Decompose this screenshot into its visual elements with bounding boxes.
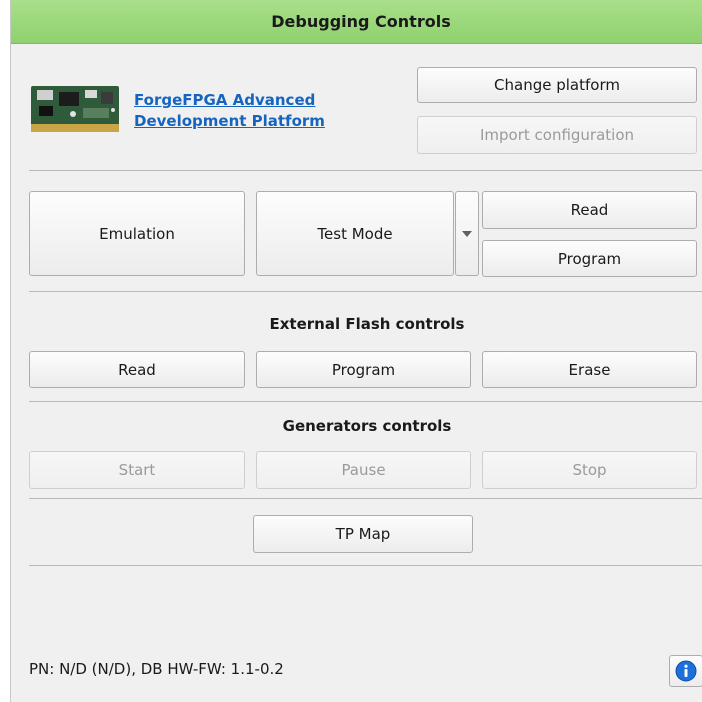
flash-section-title: External Flash controls <box>269 315 465 333</box>
separator <box>29 170 702 171</box>
debugging-controls-panel: Debugging Controls ForgeFPGA Advanced De… <box>10 0 702 702</box>
program-button[interactable]: Program <box>482 240 697 277</box>
test-mode-button[interactable]: Test Mode <box>256 191 454 276</box>
separator <box>29 401 702 402</box>
tp-map-button[interactable]: TP Map <box>253 515 473 553</box>
flash-read-label: Read <box>118 360 156 379</box>
flash-program-button[interactable]: Program <box>256 351 471 388</box>
info-icon <box>675 660 697 682</box>
generator-pause-label: Pause <box>341 461 386 479</box>
panel-header: Debugging Controls <box>11 0 702 44</box>
separator <box>29 291 702 292</box>
program-label: Program <box>557 249 622 268</box>
generator-stop-label: Stop <box>572 461 607 479</box>
emulation-label: Emulation <box>99 224 175 243</box>
info-button[interactable] <box>669 655 702 687</box>
separator <box>29 565 702 566</box>
generators-section-title: Generators controls <box>282 417 452 435</box>
change-platform-label: Change platform <box>494 76 620 94</box>
flash-read-button[interactable]: Read <box>29 351 245 388</box>
change-platform-button[interactable]: Change platform <box>417 67 697 103</box>
status-text: PN: N/D (N/D), DB HW-FW: 1.1-0.2 <box>29 660 284 678</box>
import-configuration-button[interactable]: Import configuration <box>417 116 697 154</box>
flash-erase-button[interactable]: Erase <box>482 351 697 388</box>
import-configuration-label: Import configuration <box>479 126 635 144</box>
test-mode-dropdown-button[interactable] <box>455 191 479 276</box>
platform-link-line1: ForgeFPGA Advanced <box>134 91 316 109</box>
flash-erase-label: Erase <box>568 360 611 379</box>
generator-pause-button[interactable]: Pause <box>256 451 471 489</box>
tp-map-label: TP Map <box>335 525 391 543</box>
chevron-down-icon <box>462 230 472 237</box>
read-button[interactable]: Read <box>482 191 697 229</box>
generator-stop-button[interactable]: Stop <box>482 451 697 489</box>
read-label: Read <box>570 201 609 219</box>
generator-start-label: Start <box>118 461 156 479</box>
generator-start-button[interactable]: Start <box>29 451 245 489</box>
platform-link-line2: Development Platform <box>134 112 325 130</box>
board-image <box>31 86 119 132</box>
test-mode-label: Test Mode <box>317 224 393 243</box>
separator <box>29 498 702 499</box>
emulation-button[interactable]: Emulation <box>29 191 245 276</box>
panel-title: Debugging Controls <box>271 12 451 31</box>
platform-link[interactable]: ForgeFPGA Advanced Development Platform <box>134 90 374 132</box>
flash-program-label: Program <box>331 360 396 379</box>
